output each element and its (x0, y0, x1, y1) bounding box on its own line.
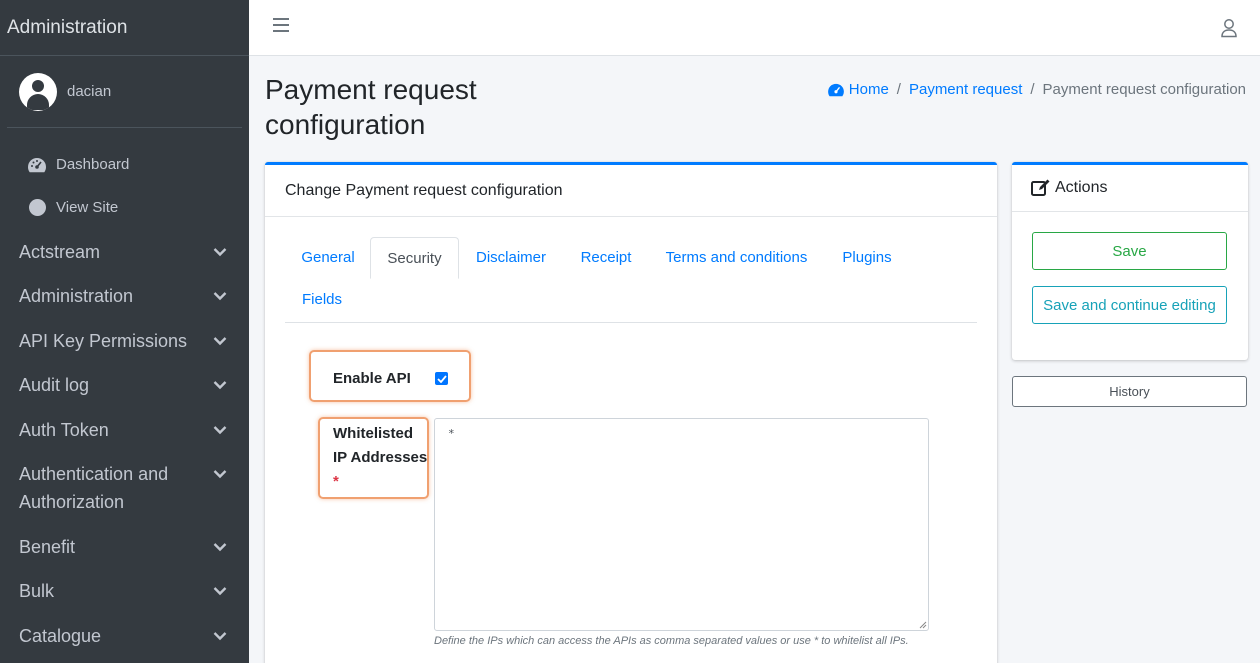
nav-label: Bulk (19, 581, 55, 601)
nav-label: Auth Token (19, 419, 109, 440)
chevron-down-icon (210, 420, 230, 440)
whitelisted-ip-textarea[interactable]: * (434, 418, 929, 631)
chevron-down-icon (210, 331, 230, 351)
tab-plugins[interactable]: Plugins (824, 237, 910, 278)
whitelisted-ip-field: Whitelisted IP Addresses * (318, 417, 429, 499)
save-button[interactable]: Save (1032, 232, 1227, 270)
nav-api-key-permissions[interactable]: API Key Permissions (0, 318, 249, 363)
nav-catalogue[interactable]: Catalogue (0, 613, 249, 658)
history-button[interactable]: History (1012, 376, 1247, 407)
sidebar: Administration dacian Dashboard View Sit… (0, 0, 249, 663)
enable-api-checkbox[interactable] (435, 372, 448, 385)
circle-icon (27, 198, 47, 218)
chevron-down-icon (210, 464, 230, 484)
tachometer-icon (827, 83, 845, 97)
nav-label: Administration (19, 286, 134, 306)
nav-audit-log[interactable]: Audit log (0, 363, 249, 407)
top-navbar (249, 0, 1260, 56)
tab-bar: General Security Disclaimer Receipt Term… (285, 237, 977, 323)
actions-title: Actions (1055, 179, 1108, 196)
user-panel[interactable]: dacian (7, 56, 242, 128)
avatar (19, 72, 57, 111)
nav-label: API Key Permissions (19, 330, 188, 351)
page-title: Payment request configuration (265, 74, 477, 140)
chevron-down-icon (210, 537, 230, 557)
chevron-down-icon (210, 242, 230, 262)
nav-administration[interactable]: Administration (0, 274, 249, 318)
resize-handle-icon[interactable] (919, 621, 927, 629)
save-and-continue-button[interactable]: Save and continue editing (1032, 286, 1227, 324)
change-form-card: Change Payment request configuration Gen… (265, 162, 997, 663)
tab-security[interactable]: Security (370, 237, 459, 279)
enable-api-field: Enable API (309, 350, 471, 402)
nav-auth-token[interactable]: Auth Token (0, 407, 249, 452)
tab-terms-and-conditions[interactable]: Terms and conditions (649, 237, 824, 278)
nav-view-site[interactable]: View Site (0, 186, 249, 229)
breadcrumb: Home / Payment request / Payment request… (827, 81, 1246, 98)
nav-actstream[interactable]: Actstream (0, 229, 249, 274)
nav-label: Actstream (19, 241, 101, 262)
whitelisted-ip-label: Whitelisted IP Addresses * (333, 425, 428, 490)
nav-bulk[interactable]: Bulk (0, 569, 249, 613)
hamburger-menu-icon[interactable] (273, 18, 289, 36)
tab-general[interactable]: General (285, 237, 371, 278)
nav-label: Catalogue (19, 625, 102, 646)
breadcrumb-home-label: Home (848, 81, 889, 98)
whitelisted-ip-value: * (448, 427, 455, 440)
nav-benefit[interactable]: Benefit (0, 524, 249, 569)
chevron-down-icon (210, 626, 230, 646)
user-name[interactable]: dacian (67, 83, 111, 100)
whitelisted-ip-help: Define the IPs which can access the APIs… (434, 635, 909, 647)
card-title: Change Payment request configuration (265, 165, 997, 217)
chevron-down-icon (210, 286, 230, 306)
breadcrumb-separator: / (896, 81, 901, 98)
breadcrumb-home[interactable]: Home (827, 81, 889, 98)
nav-label: Benefit (19, 536, 76, 557)
tab-disclaimer[interactable]: Disclaimer (459, 237, 563, 278)
breadcrumb-current: Payment request configuration (1042, 81, 1246, 98)
required-marker: * (333, 473, 339, 490)
nav-authentication-and-authorization[interactable]: Authentication and Authorization (0, 452, 249, 524)
tab-fields[interactable]: Fields (285, 279, 359, 320)
actions-header: Actions (1012, 165, 1248, 212)
chevron-down-icon (210, 375, 230, 395)
tachometer-icon (27, 155, 47, 175)
brand-link[interactable]: Administration (0, 0, 249, 56)
breadcrumb-parent[interactable]: Payment request (909, 81, 1022, 98)
nav-label: Authentication and Authorization (19, 464, 169, 512)
tab-receipt[interactable]: Receipt (563, 237, 649, 278)
actions-card: Actions Save Save and continue editing (1012, 162, 1248, 360)
user-icon[interactable] (1220, 18, 1238, 38)
edit-icon (1031, 179, 1051, 197)
nav-view-site-label: View Site (56, 199, 119, 216)
enable-api-label: Enable API (333, 370, 411, 387)
breadcrumb-separator: / (1030, 81, 1035, 98)
nav-label: Audit log (19, 375, 90, 395)
nav-dashboard[interactable]: Dashboard (0, 143, 249, 186)
nav-dashboard-label: Dashboard (56, 156, 130, 173)
chevron-down-icon (210, 581, 230, 601)
